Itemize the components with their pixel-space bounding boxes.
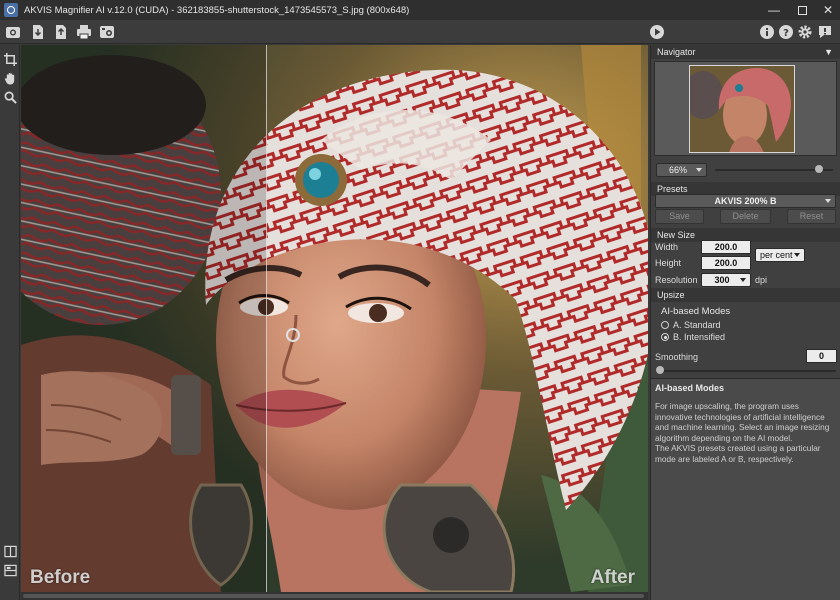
help-text: For image upscaling, the program uses in… xyxy=(655,401,837,464)
horizontal-scrollbar[interactable] xyxy=(21,592,648,600)
settings-icon xyxy=(798,25,812,39)
mode-a-radio[interactable] xyxy=(661,321,669,329)
window-title: AKVIS Magnifier AI v.12.0 (CUDA) - 36218… xyxy=(24,4,410,16)
help-panel: AI-based Modes For image upscaling, the … xyxy=(651,378,840,600)
save-icon xyxy=(33,25,43,39)
zoom-dropdown[interactable]: 66% xyxy=(656,163,707,177)
open-icon xyxy=(6,27,20,38)
help-title: AI-based Modes xyxy=(655,383,725,393)
zoom-tool[interactable] xyxy=(2,89,18,105)
print-button[interactable] xyxy=(75,23,93,41)
width-label: Width xyxy=(655,242,679,252)
hand-icon xyxy=(4,72,14,85)
navigator-preview[interactable] xyxy=(654,61,837,156)
mode-b-label[interactable]: B. Intensified xyxy=(673,332,725,342)
smoothing-field[interactable]: 0 xyxy=(806,349,837,363)
after-label: After xyxy=(590,567,635,588)
run-icon xyxy=(650,25,664,39)
help-icon: ? xyxy=(779,25,793,39)
help-paragraph: The AKVIS presets created using a partic… xyxy=(655,443,821,464)
ai-modes-label: AI-based Modes xyxy=(661,306,731,317)
before-after-single-icon xyxy=(3,545,17,557)
smoothing-slider-track[interactable] xyxy=(659,370,836,372)
settings-button[interactable] xyxy=(796,23,814,41)
single-view-button[interactable] xyxy=(2,543,18,559)
save-preset-button[interactable]: Save xyxy=(655,209,704,224)
smoothing-slider-handle[interactable] xyxy=(656,366,664,374)
hand-tool[interactable] xyxy=(2,70,18,86)
navigator-header: Navigator ▼ xyxy=(651,45,840,59)
maximize-button[interactable] xyxy=(788,0,816,20)
reset-preset-button[interactable]: Reset xyxy=(787,209,836,224)
info-icon xyxy=(760,25,774,39)
before-overlay xyxy=(21,45,266,592)
height-label: Height xyxy=(655,258,682,268)
batch-icon xyxy=(100,26,114,38)
save-image-button[interactable] xyxy=(29,23,47,41)
maximize-icon xyxy=(797,5,807,15)
title-bar: AKVIS Magnifier AI v.12.0 (CUDA) - 36218… xyxy=(0,0,840,20)
navigator-title: Navigator xyxy=(657,47,696,57)
zoom-slider-handle[interactable] xyxy=(814,165,823,173)
close-button[interactable]: ✕ xyxy=(814,0,840,20)
info-button[interactable] xyxy=(758,23,776,41)
export-button[interactable] xyxy=(52,23,70,41)
help-button[interactable]: ? xyxy=(777,23,795,41)
image-canvas[interactable]: Before After xyxy=(21,45,648,592)
settings-panel: Navigator ▼ 66% Presets AKVIS 200% B Sav… xyxy=(650,45,840,600)
before-after-divider[interactable] xyxy=(266,45,267,592)
height-field[interactable]: 200.0 xyxy=(701,256,751,270)
before-label: Before xyxy=(30,567,91,588)
print-icon xyxy=(77,25,91,40)
navigator-view-frame[interactable] xyxy=(689,65,795,153)
app-logo-icon xyxy=(4,3,18,17)
before-after-split-icon xyxy=(3,564,17,576)
export-icon xyxy=(56,25,66,39)
delete-preset-button[interactable]: Delete xyxy=(720,209,771,224)
batch-button[interactable] xyxy=(98,23,116,41)
open-image-button[interactable] xyxy=(4,23,22,41)
smoothing-label: Smoothing xyxy=(655,352,699,362)
resolution-unit-label: dpi xyxy=(755,275,768,285)
resolution-label: Resolution xyxy=(655,275,698,285)
width-field[interactable]: 200.0 xyxy=(701,240,751,254)
upsize-header: Upsize xyxy=(651,288,840,302)
toolbar: ? xyxy=(0,20,840,44)
mode-a-label[interactable]: A. Standard xyxy=(673,320,721,330)
resolution-dropdown[interactable]: 300 xyxy=(701,273,751,287)
zoom-icon xyxy=(4,91,17,104)
preset-dropdown[interactable]: AKVIS 200% B xyxy=(655,194,836,208)
size-unit-dropdown[interactable]: per cent xyxy=(755,248,805,262)
scrollbar-thumb[interactable] xyxy=(23,594,644,598)
help-paragraph: For image upscaling, the program uses in… xyxy=(655,401,830,443)
mode-b-radio[interactable] xyxy=(661,333,669,341)
split-view-button[interactable] xyxy=(2,562,18,578)
notification-icon xyxy=(819,26,831,38)
minimize-button[interactable]: — xyxy=(760,0,788,20)
crop-tool[interactable] xyxy=(2,51,18,67)
tool-strip xyxy=(0,45,20,600)
notification-button[interactable] xyxy=(816,23,834,41)
crop-icon xyxy=(3,52,17,66)
collapse-arrow-icon[interactable]: ▼ xyxy=(824,45,833,59)
run-button[interactable] xyxy=(648,23,666,41)
svg-text:?: ? xyxy=(783,28,789,39)
